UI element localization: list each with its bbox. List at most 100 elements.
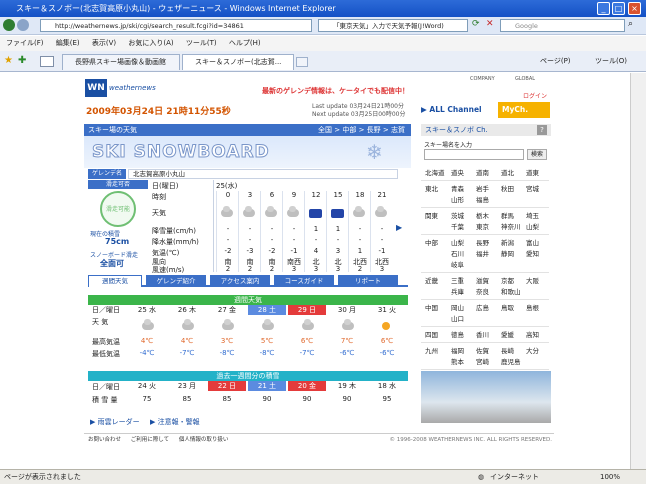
menu-edit[interactable]: 編集(E)	[56, 39, 80, 47]
url-input[interactable]: http://weathernews.jp/ski/cgi/search_res…	[40, 19, 312, 32]
add-favorites-icon[interactable]: ✚	[18, 55, 26, 66]
breadcrumb-shiga[interactable]: 志賀	[391, 126, 405, 134]
ski-name-search-input[interactable]	[424, 149, 524, 160]
prefecture-link[interactable]: 福井	[476, 248, 489, 258]
prefecture-link[interactable]: 山口	[451, 313, 464, 323]
prefecture-link[interactable]: 京都	[501, 275, 514, 285]
refresh-icon[interactable]: ⟳	[472, 19, 484, 31]
prefecture-link[interactable]: 山梨	[526, 221, 539, 231]
prefecture-link[interactable]: 熊本	[451, 356, 464, 366]
maximize-button[interactable]: □	[612, 2, 625, 15]
menu-help[interactable]: ヘルプ(H)	[229, 39, 261, 47]
close-button[interactable]: ×	[628, 2, 641, 15]
prefecture-link[interactable]: 福島	[476, 194, 489, 204]
prefecture-link[interactable]: 長崎	[501, 345, 514, 355]
next-arrow-icon[interactable]: ▶	[396, 223, 402, 232]
prefecture-link[interactable]: 宮城	[526, 183, 539, 193]
menu-file[interactable]: ファイル(F)	[6, 39, 44, 47]
menu-view[interactable]: 表示(V)	[92, 39, 116, 47]
breadcrumb-national[interactable]: 全国	[318, 126, 332, 134]
login-link[interactable]: ログイン	[523, 91, 547, 100]
prefecture-link[interactable]: 栃木	[476, 210, 489, 220]
wn-logo[interactable]: WN	[85, 79, 107, 97]
prefecture-link[interactable]: 千葉	[451, 221, 464, 231]
footer-privacy[interactable]: 個人情報の取り扱い	[179, 437, 229, 443]
prefecture-link[interactable]: 道北	[501, 167, 514, 177]
prefecture-link[interactable]: 岐阜	[451, 259, 464, 269]
forward-icon[interactable]	[17, 19, 29, 31]
back-icon[interactable]	[3, 19, 15, 31]
my-ch-button[interactable]: MyCh.	[498, 102, 550, 118]
prefecture-link[interactable]: 静岡	[501, 248, 514, 258]
prefecture-link[interactable]: 愛知	[526, 248, 539, 258]
favorites-star-icon[interactable]: ★	[4, 55, 13, 66]
prefecture-link[interactable]: 群馬	[501, 210, 514, 220]
new-tab-button[interactable]	[296, 57, 308, 67]
prefecture-link[interactable]: 大分	[526, 345, 539, 355]
prefecture-link[interactable]: 道央	[451, 167, 464, 177]
prefecture-link[interactable]: 奈良	[476, 286, 489, 296]
prefecture-link[interactable]: 秋田	[501, 183, 514, 193]
tab-course[interactable]: コースガイド	[274, 275, 334, 287]
global-link[interactable]: GLOBAL	[515, 76, 535, 82]
warning-link[interactable]: ▶ 注意報・警報	[150, 417, 200, 427]
prefecture-link[interactable]: 高知	[526, 329, 539, 339]
mobile-banner[interactable]: 最新のゲレンデ情報は、ケータイでも配信中！	[262, 86, 409, 96]
tab-weekly[interactable]: 週間天気	[88, 275, 142, 287]
prefecture-link[interactable]: 道東	[526, 167, 539, 177]
prefecture-link[interactable]: 長野	[476, 237, 489, 247]
prefecture-link[interactable]: 広島	[476, 302, 489, 312]
prefecture-link[interactable]: 福岡	[451, 345, 464, 355]
tab-gelande[interactable]: ゲレンデ紹介	[146, 275, 206, 287]
prefecture-link[interactable]: 新潟	[501, 237, 514, 247]
breadcrumb-nagano[interactable]: 長野	[367, 126, 381, 134]
prefecture-link[interactable]: 愛媛	[501, 329, 514, 339]
prefecture-link[interactable]: 道南	[476, 167, 489, 177]
minimize-button[interactable]: _	[597, 2, 610, 15]
ski-search-button[interactable]: 検索	[527, 149, 547, 160]
rain-radar-link[interactable]: ▶ 雨雲レーダー	[90, 417, 140, 427]
footer-terms[interactable]: ご利用に際して	[131, 437, 169, 443]
tab-access[interactable]: アクセス案内	[210, 275, 270, 287]
prefecture-link[interactable]: 佐賀	[476, 345, 489, 355]
prefecture-link[interactable]: 岩手	[476, 183, 489, 193]
prefecture-link[interactable]: 神奈川	[501, 221, 521, 231]
stop-icon[interactable]: ✕	[486, 19, 498, 31]
menu-favorites[interactable]: お気に入り(A)	[128, 39, 173, 47]
tab-report[interactable]: リポート	[338, 275, 398, 287]
prefecture-link[interactable]: 和歌山	[501, 286, 521, 296]
prefecture-link[interactable]: 滋賀	[476, 275, 489, 285]
prefecture-link[interactable]: 島根	[526, 302, 539, 312]
tools-menu[interactable]: ツール(O)	[595, 56, 627, 66]
prefecture-link[interactable]: 香川	[476, 329, 489, 339]
vertical-scrollbar[interactable]	[630, 73, 646, 469]
prefecture-link[interactable]: 山形	[451, 194, 464, 204]
all-channel-button[interactable]: ▶ ALL Channel	[421, 102, 496, 118]
jword-input[interactable]: 「東京天気」入力で天気予報(J!Word)	[318, 19, 468, 32]
prefecture-link[interactable]: 兵庫	[451, 286, 464, 296]
prefecture-link[interactable]: 鹿児島	[501, 356, 521, 366]
prefecture-link[interactable]: 山梨	[451, 237, 464, 247]
tab-nagano-ski-images[interactable]: 長野県スキー場画像＆動画館	[62, 54, 180, 70]
prefecture-link[interactable]: 東京	[476, 221, 489, 231]
page-menu[interactable]: ページ(P)	[540, 56, 571, 66]
footer-contact[interactable]: お問い合わせ	[88, 437, 121, 443]
google-search-input[interactable]: Google	[500, 19, 625, 32]
menu-tools[interactable]: ツール(T)	[186, 39, 217, 47]
prefecture-link[interactable]: 大阪	[526, 275, 539, 285]
prefecture-link[interactable]: 宮崎	[476, 356, 489, 366]
prefecture-link[interactable]: 埼玉	[526, 210, 539, 220]
prefecture-link[interactable]: 岡山	[451, 302, 464, 312]
prefecture-link[interactable]: 富山	[526, 237, 539, 247]
breadcrumb-chubu[interactable]: 中部	[342, 126, 356, 134]
prefecture-link[interactable]: 青森	[451, 183, 464, 193]
prefecture-link[interactable]: 三重	[451, 275, 464, 285]
prefecture-link[interactable]: 鳥取	[501, 302, 514, 312]
prefecture-link[interactable]: 石川	[451, 248, 464, 258]
prefecture-link[interactable]: 徳島	[451, 329, 464, 339]
search-icon[interactable]: ⌕	[628, 19, 640, 31]
company-link[interactable]: COMPANY	[470, 76, 495, 82]
prefecture-link[interactable]: 茨城	[451, 210, 464, 220]
tab-ski-snowboard[interactable]: スキー＆スノボー(北志賀...	[182, 54, 294, 70]
quick-tabs-icon[interactable]	[40, 56, 54, 67]
